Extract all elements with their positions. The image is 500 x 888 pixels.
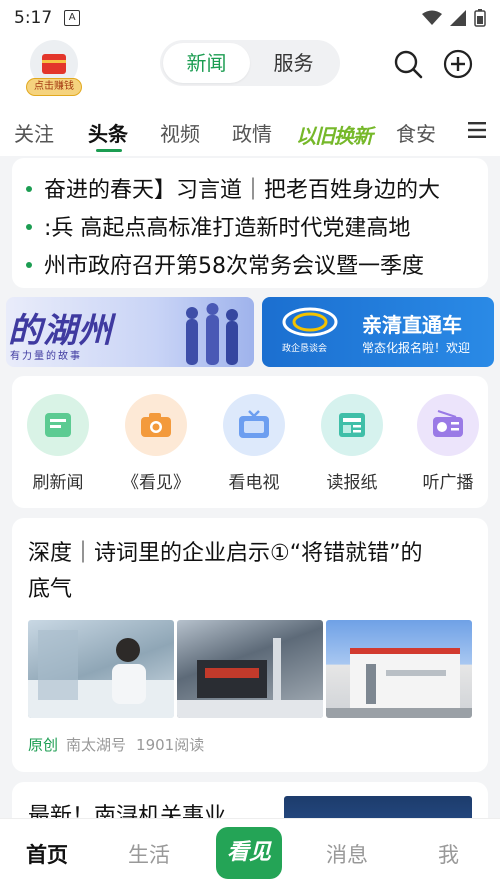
camera-icon <box>125 394 187 456</box>
article-image <box>28 620 174 718</box>
quick-entry-tv[interactable]: 看电视 <box>214 394 294 493</box>
news-refresh-icon <box>27 394 89 456</box>
bullet-icon <box>26 262 32 268</box>
tab-trade-in[interactable]: 以旧换新 <box>296 120 373 149</box>
banner-right-title: 亲清直通车 <box>362 313 462 337</box>
menu-icon[interactable] <box>468 122 486 138</box>
logo-icon <box>282 307 338 337</box>
segment-services[interactable]: 服务 <box>250 43 337 83</box>
quick-entry-label: 《看见》 <box>122 473 190 493</box>
tab-headlines[interactable]: 头条 <box>88 118 128 147</box>
headline-item[interactable]: 奋进的春天】习言道｜把老百姓身边的大 <box>26 172 440 204</box>
earn-rewards-badge: 点击赚钱 <box>26 78 82 96</box>
banner-qingqing-express[interactable]: 政企恳谈会 亲清直通车 常态化报名啦！欢迎 <box>262 297 494 367</box>
article-image <box>177 620 323 718</box>
nav-home[interactable]: 首页 <box>26 839 68 869</box>
headlines-card: 奋进的春天】习言道｜把老百姓身边的大 :兵 高起点高标准打造新时代党建高地 州市… <box>12 158 488 288</box>
article-title: 深度｜诗词里的企业启示①“将错就错”的底气 <box>28 541 423 602</box>
segment-news[interactable]: 新闻 <box>163 43 250 83</box>
nav-life[interactable]: 生活 <box>128 839 170 869</box>
headline-item[interactable]: 州市政府召开第58次常务会议暨一季度 <box>26 248 424 280</box>
signal-icon <box>450 10 466 26</box>
bullet-icon <box>26 186 32 192</box>
quick-entry-label: 听广播 <box>422 473 474 493</box>
bullet-icon <box>26 224 32 230</box>
banner-left-title: 的湖州 <box>8 311 113 351</box>
tab-politics[interactable]: 政情 <box>232 118 272 147</box>
tv-icon <box>223 394 285 456</box>
banner-right-subtitle: 常态化报名啦！欢迎 <box>362 341 471 355</box>
app-header: 点击赚钱 新闻 服务 <box>0 36 500 106</box>
status-bar: 5:17 A <box>0 0 500 36</box>
quick-entry-label: 看电视 <box>228 473 280 493</box>
tab-food-safety[interactable]: 食安 <box>396 118 436 147</box>
quick-entry-kanjian[interactable]: 《看见》 <box>116 394 196 493</box>
bottom-nav: 首页 生活 看见 消息 我 <box>0 818 500 888</box>
banner-left-subtitle: 有力量的故事 <box>10 351 82 362</box>
radio-icon <box>417 394 479 456</box>
quick-entry-label: 读报纸 <box>326 473 378 493</box>
article-views: 1901阅读 <box>136 736 205 754</box>
quick-entry-newspaper[interactable]: 读报纸 <box>312 394 392 493</box>
nav-messages[interactable]: 消息 <box>326 839 368 869</box>
quick-entry-label: 刷新闻 <box>32 473 84 493</box>
original-tag: 原创 <box>28 736 59 754</box>
search-icon[interactable] <box>392 48 424 80</box>
earn-rewards-button[interactable]: 点击赚钱 <box>26 40 82 96</box>
wifi-icon <box>422 10 442 25</box>
article-source: 南太湖号 <box>66 736 127 754</box>
tabs-fade <box>432 106 472 156</box>
channel-tabs: 关注 头条 视频 政情 以旧换新 食安 <box>0 106 500 156</box>
notification-icon: A <box>64 10 81 26</box>
nav-me[interactable]: 我 <box>438 839 459 869</box>
segment-switch: 新闻 服务 <box>160 40 340 86</box>
article-meta: 原创 南太湖号 1901阅读 <box>28 734 204 755</box>
status-time: 5:17 <box>14 8 53 28</box>
active-tab-indicator <box>96 149 122 152</box>
battery-icon <box>474 9 486 27</box>
article-card[interactable]: 深度｜诗词里的企业启示①“将错就错”的底气 原创 南太湖号 1901阅读 <box>12 518 488 772</box>
people-illustration-icon <box>186 303 238 365</box>
headline-item[interactable]: :兵 高起点高标准打造新时代党建高地 <box>26 210 410 242</box>
quick-entry-radio[interactable]: 听广播 <box>408 394 488 493</box>
article-image <box>326 620 472 718</box>
newspaper-icon <box>321 394 383 456</box>
tab-video[interactable]: 视频 <box>160 118 200 147</box>
quick-entry-news[interactable]: 刷新闻 <box>18 394 98 493</box>
banner-huzhou-story[interactable]: 的湖州 有力量的故事 <box>6 297 254 367</box>
article-images <box>28 620 472 718</box>
nav-kanjian[interactable]: 看见 <box>216 827 282 879</box>
tab-follow[interactable]: 关注 <box>14 118 54 147</box>
add-icon[interactable] <box>442 48 474 80</box>
status-icons <box>422 9 486 27</box>
banner-right-tag: 政企恳谈会 <box>282 344 328 354</box>
quick-entries: 刷新闻 《看见》 看电视 读报纸 听广播 <box>12 376 488 508</box>
